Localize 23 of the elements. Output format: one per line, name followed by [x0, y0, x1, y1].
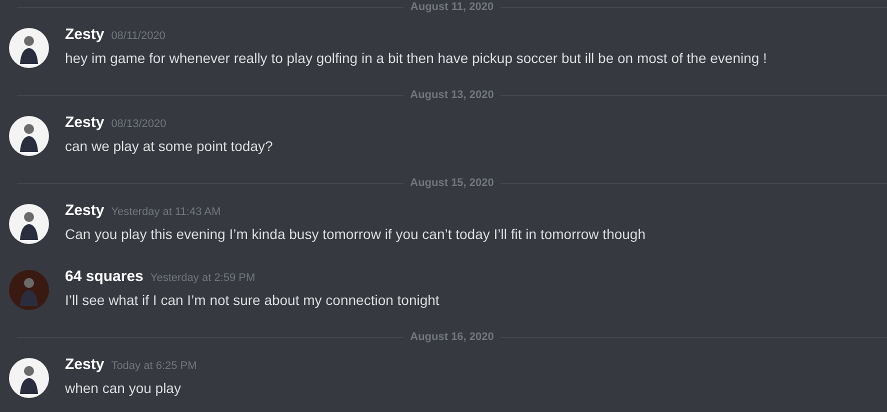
username[interactable]: Zesty	[65, 356, 104, 373]
avatar-silhouette-icon[interactable]	[9, 28, 49, 68]
username[interactable]: Zesty	[65, 114, 104, 131]
message-text: Can you play this evening I’m kinda busy tomorrow if you can’t today I’ll fit in tomorrow though	[65, 225, 646, 244]
message-text: hey im game for whenever really to play golfing in a bit then have pickup soccer but ill be on most of the evening !	[65, 49, 767, 68]
date-divider: August 13, 2020	[409, 88, 495, 103]
message-text: when can you play	[65, 379, 182, 398]
date-divider: August 15, 2020	[409, 176, 495, 191]
message-text: can we play at some point today?	[65, 137, 273, 156]
avatar-silhouette-icon[interactable]	[9, 358, 49, 398]
timestamp: 08/13/2020	[111, 118, 166, 130]
date-divider: August 11, 2020	[409, 0, 495, 15]
timestamp: Yesterday at 2:59 PM	[150, 272, 256, 284]
avatar-silhouette-icon[interactable]	[9, 204, 49, 244]
timestamp: Today at 6:25 PM	[111, 360, 197, 372]
date-divider: August 16, 2020	[409, 330, 495, 345]
username[interactable]: 64 squares	[65, 268, 144, 285]
username[interactable]: Zesty	[65, 26, 104, 43]
timestamp: Yesterday at 11:43 AM	[111, 206, 221, 218]
username[interactable]: Zesty	[65, 202, 104, 219]
timestamp: 08/11/2020	[111, 30, 166, 42]
message-text: I’ll see what if I can I’m not sure about my connection tonight	[65, 291, 440, 310]
avatar-silhouette-icon[interactable]	[9, 116, 49, 156]
